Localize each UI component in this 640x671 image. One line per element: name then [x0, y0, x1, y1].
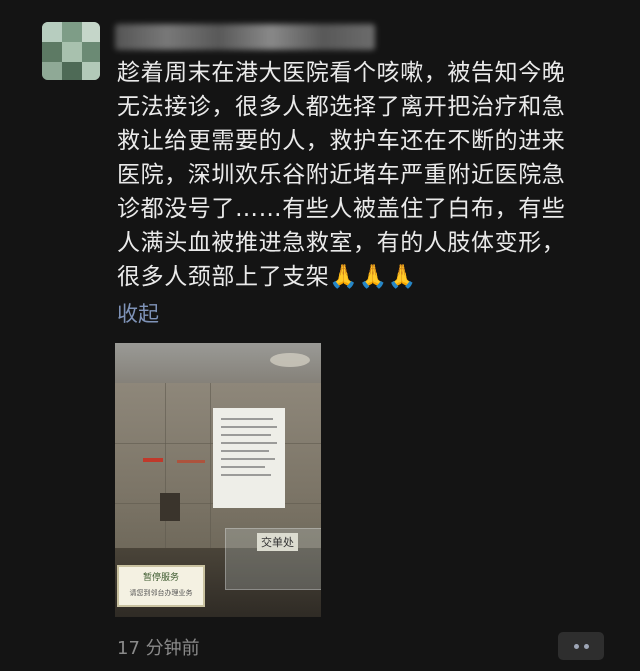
username-blurred[interactable]	[115, 24, 375, 50]
stop-sign-subtitle: 请您到邻台办理业务	[129, 589, 193, 597]
photo-ceiling-light	[270, 353, 310, 367]
post-text: 趁着周末在港大医院看个咳嗽，被告知今晚 无法接诊，很多人都选择了离开把治疗和急 …	[117, 60, 566, 290]
photo-tile-line	[165, 383, 166, 553]
post-photo[interactable]: 交单处 暂停服务 请您到邻台办理业务	[115, 343, 321, 617]
photo-tile-line	[210, 383, 211, 553]
photo-red-strip	[177, 460, 205, 463]
more-options-button[interactable]	[558, 632, 604, 660]
ellipsis-icon	[573, 643, 579, 649]
post-timestamp: 17 分钟前	[117, 638, 200, 659]
stop-sign-title: 暂停服务	[142, 573, 179, 583]
photo-stop-service-sign: 暂停服务 请您到邻台办理业务	[117, 565, 205, 607]
ellipsis-icon	[583, 643, 589, 649]
photo-red-strip	[143, 458, 163, 462]
photo-notice-paper	[213, 408, 285, 508]
photo-wall-box	[160, 493, 180, 521]
collapse-link[interactable]: 收起	[117, 298, 159, 328]
avatar[interactable]	[42, 22, 100, 80]
photo-counter-sign: 交单处	[257, 533, 298, 551]
